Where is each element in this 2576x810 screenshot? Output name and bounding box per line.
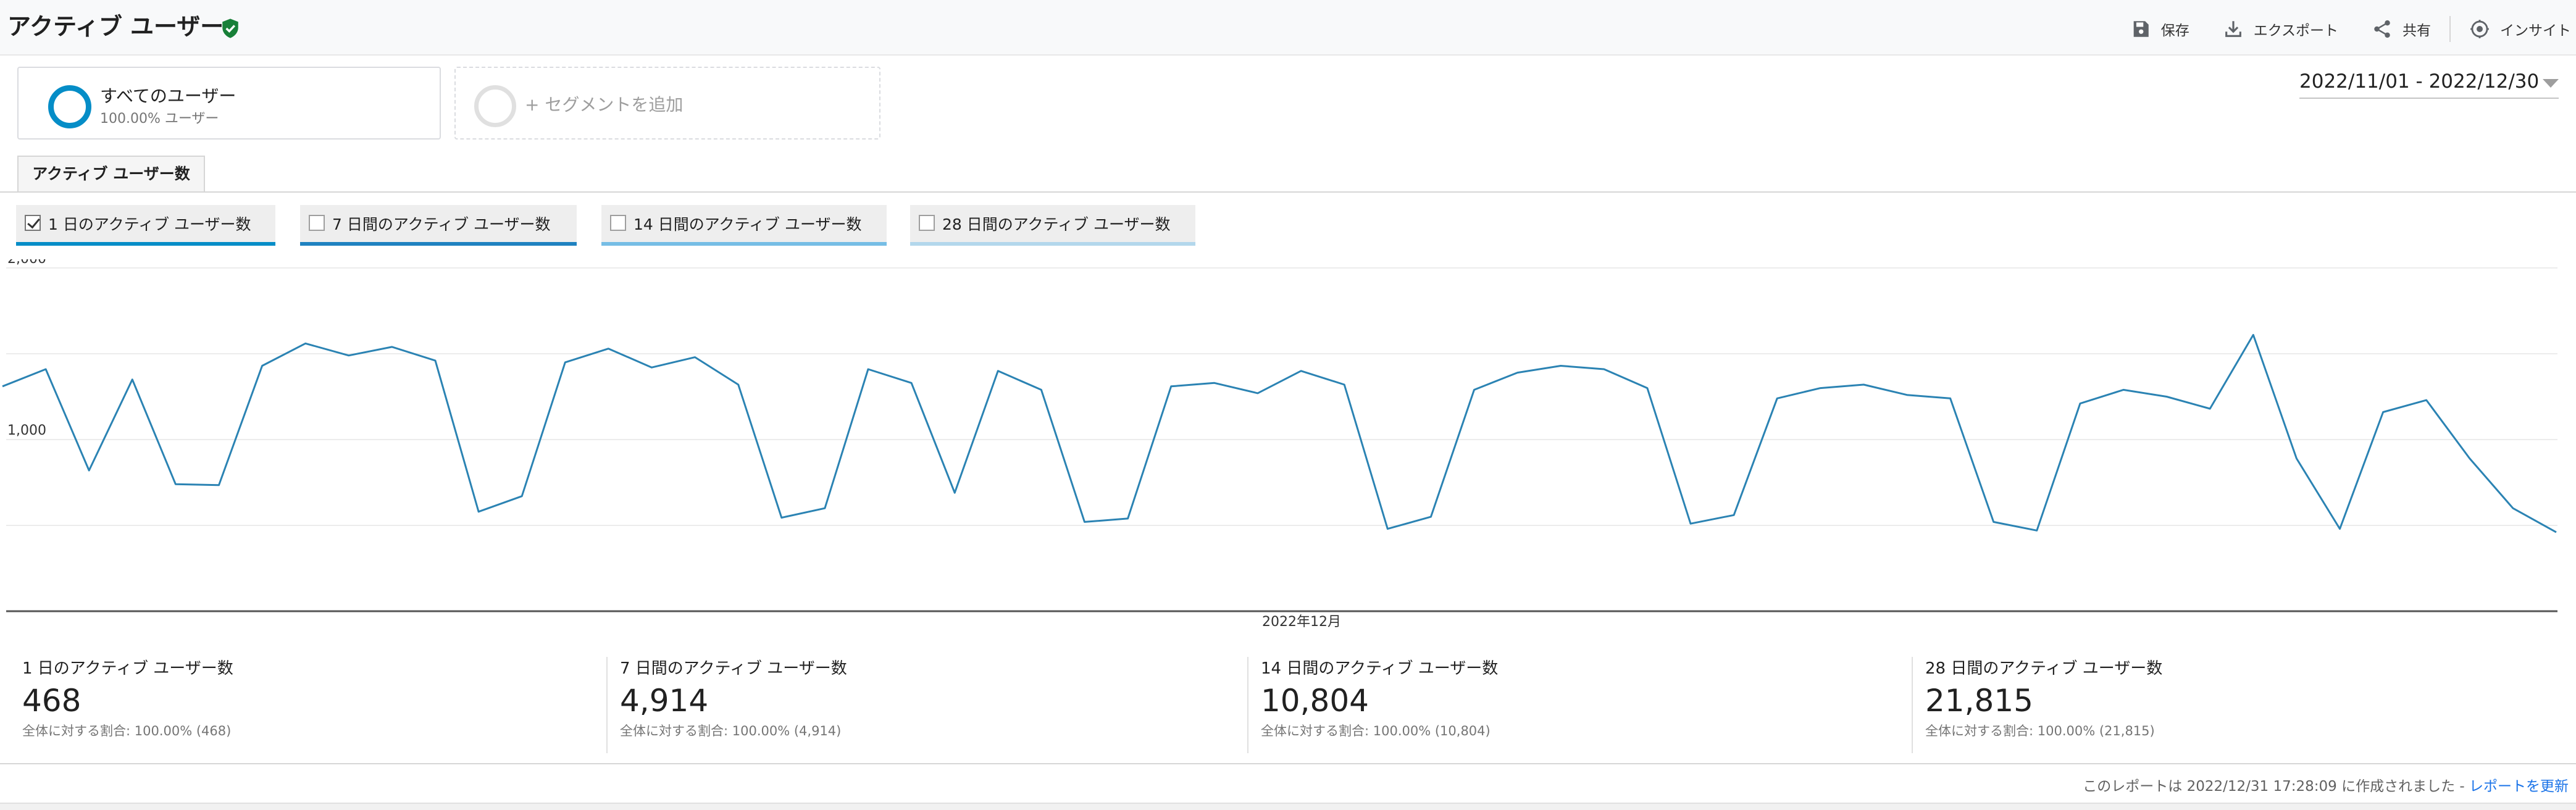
metric-checkbox-7day[interactable] — [309, 215, 325, 231]
stat-value: 4,914 — [620, 683, 709, 719]
tab-divider — [0, 191, 2576, 193]
share-button[interactable]: 共有 — [2372, 19, 2431, 40]
insights-label: インサイト — [2500, 23, 2571, 39]
empty-segment-ring-icon — [474, 85, 516, 127]
metric-label-7day: 7 日間のアクティブ ユーザー数 — [332, 215, 551, 233]
stat-percentage: 全体に対する割合: 100.00% (10,804) — [1261, 724, 1491, 738]
stat-percentage: 全体に対する割合: 100.00% (468) — [22, 724, 232, 738]
metric-label-28day: 28 日間のアクティブ ユーザー数 — [942, 215, 1171, 233]
toolbar-divider — [2449, 16, 2451, 42]
save-icon — [2133, 21, 2149, 37]
stat-percentage: 全体に対する割合: 100.00% (21,815) — [1925, 724, 2155, 738]
chart-y-ticks: 2,000 1,000 — [7, 259, 46, 438]
stat-label: 14 日間のアクティブ ユーザー数 — [1261, 659, 1499, 678]
footer-divider — [0, 763, 2576, 764]
stat-divider — [1247, 657, 1248, 753]
add-segment-label: + セグメントを追加 — [525, 94, 684, 115]
chart-gridlines — [6, 267, 2557, 526]
stat-14day: 14 日間のアクティブ ユーザー数 10,804 全体に対する割合: 100.0… — [1261, 648, 1909, 754]
page-bottom-edge — [0, 803, 2576, 810]
save-button[interactable]: 保存 — [2130, 19, 2189, 40]
export-icon — [2225, 21, 2241, 37]
verified-shield-icon — [222, 19, 238, 38]
header-toolbar: 保存 エクスポート 共有 インサイト — [2097, 16, 2571, 42]
stat-label: 1 日のアクティブ ユーザー数 — [22, 659, 233, 678]
chart-y-tick-label: 1,000 — [7, 423, 46, 438]
metric-checkbox-14day[interactable] — [610, 215, 626, 231]
insights-icon — [2470, 20, 2489, 38]
segment-ring-icon — [48, 85, 91, 128]
metric-checkbox-28day[interactable] — [919, 215, 935, 231]
save-label: 保存 — [2160, 23, 2189, 39]
export-label: エクスポート — [2253, 23, 2338, 39]
stat-label: 28 日間のアクティブ ユーザー数 — [1925, 659, 2163, 678]
summary-stats: 1 日のアクティブ ユーザー数 468 全体に対する割合: 100.00% (4… — [0, 648, 2576, 766]
stat-1day: 1 日のアクティブ ユーザー数 468 全体に対する割合: 100.00% (4… — [22, 648, 596, 754]
segment-name: すべてのユーザー — [100, 86, 236, 106]
chart-series-line — [2, 333, 2557, 533]
metric-toggle-7day[interactable]: 7 日間のアクティブ ユーザー数 — [300, 205, 577, 246]
active-users-line-chart: 2,000 1,000 2022年12月 — [2, 259, 2557, 630]
refresh-report-link[interactable]: レポートを更新 — [2469, 779, 2569, 795]
segment-percentage: 100.00% ユーザー — [100, 111, 219, 127]
add-segment-button[interactable]: + セグメントを追加 — [454, 67, 880, 140]
report-footer: このレポートは 2022/12/31 17:28:09 に作成されました - レ… — [2083, 774, 2569, 795]
tab-active-users[interactable]: アクティブ ユーザー数 — [17, 156, 205, 193]
chart-y-tick-label: 2,000 — [7, 259, 46, 267]
share-icon — [2374, 20, 2390, 38]
dropdown-arrow-icon — [2543, 79, 2559, 88]
metric-toggle-1day[interactable]: 1 日のアクティブ ユーザー数 — [16, 205, 275, 246]
segment-all-users[interactable]: すべてのユーザー 100.00% ユーザー — [17, 67, 441, 140]
metric-checkbox-1day[interactable] — [25, 215, 41, 231]
stat-7day: 7 日間のアクティブ ユーザー数 4,914 全体に対する割合: 100.00%… — [620, 648, 1231, 754]
metric-toggle-28day[interactable]: 28 日間のアクティブ ユーザー数 — [910, 205, 1195, 246]
share-label: 共有 — [2402, 23, 2431, 39]
stat-value: 468 — [22, 683, 82, 719]
stat-28day: 28 日間のアクティブ ユーザー数 21,815 全体に対する割合: 100.0… — [1925, 648, 2567, 754]
insights-button[interactable]: インサイト — [2469, 19, 2571, 40]
chart-series-layer — [2, 333, 2557, 533]
report-generated-text: このレポートは 2022/12/31 17:28:09 に作成されました - — [2083, 779, 2465, 795]
stat-divider — [606, 657, 608, 753]
export-button[interactable]: エクスポート — [2223, 19, 2338, 40]
stat-label: 7 日間のアクティブ ユーザー数 — [620, 659, 847, 678]
metric-label-1day: 1 日のアクティブ ユーザー数 — [48, 215, 251, 233]
date-range-text: 2022/11/01 - 2022/12/30 — [2299, 70, 2540, 93]
stat-percentage: 全体に対する割合: 100.00% (4,914) — [620, 724, 842, 738]
metric-label-14day: 14 日間のアクティブ ユーザー数 — [634, 215, 862, 233]
stat-value: 10,804 — [1261, 683, 1369, 719]
date-range-picker[interactable]: 2022/11/01 - 2022/12/30 — [2299, 67, 2559, 99]
page-title: アクティブ ユーザー — [7, 13, 224, 40]
chart-x-axis-label: 2022年12月 — [1262, 614, 1341, 630]
stat-value: 21,815 — [1925, 683, 2033, 719]
stat-divider — [1912, 657, 1913, 753]
metric-toggle-14day[interactable]: 14 日間のアクティブ ユーザー数 — [601, 205, 887, 246]
report-header: アクティブ ユーザー 保存 エクスポート 共有 インサイト — [0, 0, 2576, 56]
